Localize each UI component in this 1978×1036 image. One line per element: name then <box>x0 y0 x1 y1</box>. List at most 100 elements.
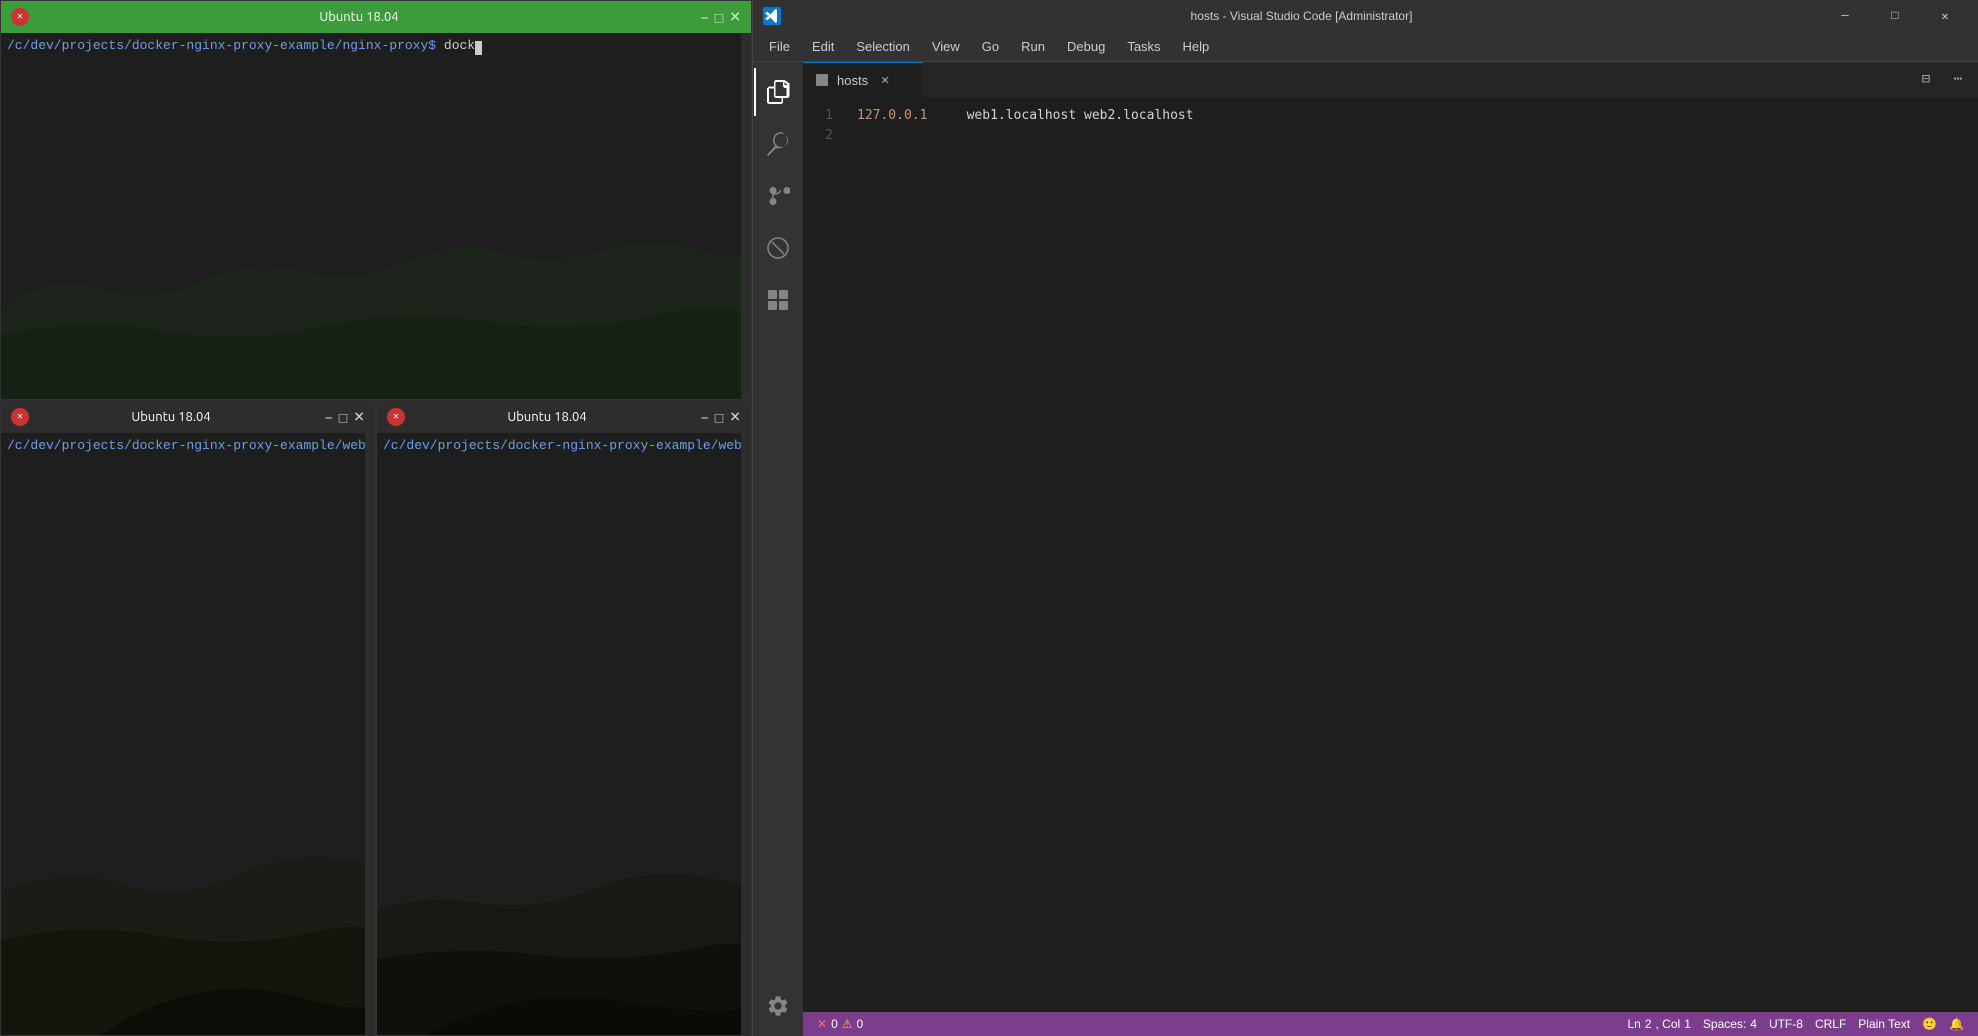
vscode-title-text: hosts - Visual Studio Code [Administrato… <box>789 9 1814 23</box>
vscode-window: hosts - Visual Studio Code [Administrato… <box>752 0 1978 1036</box>
vscode-app-icon <box>763 7 781 25</box>
code-line-2 <box>857 126 1966 146</box>
extensions-icon[interactable] <box>754 276 802 324</box>
vscode-titlebar: hosts - Visual Studio Code [Administrato… <box>753 0 1978 32</box>
terminal-bottom-left-scrollbar[interactable] <box>365 433 375 1035</box>
terminal-top-title: Ubuntu 18.04 <box>37 10 681 24</box>
terminal-bottom-left-prompt: /c/dev/projects/docker-nginx-proxy-examp… <box>7 437 369 455</box>
vscode-close-btn[interactable]: ✕ <box>1922 0 1968 32</box>
terminal-bottom-right-prompt: /c/dev/projects/docker-nginx-proxy-examp… <box>383 437 745 455</box>
terminal-top-body: /c/dev/projects/docker-nginx-proxy-examp… <box>1 33 751 399</box>
left-side: Ubuntu 18.04 − □ ✕ /c/dev/projects/docke… <box>0 0 752 1036</box>
code-ip: 127.0.0.1 <box>857 108 927 123</box>
hosts-tab[interactable]: hosts ✕ <box>803 62 923 97</box>
vscode-main: hosts ✕ ⊟ ⋯ 1 2 127.0.0.1 web1.loca <box>753 62 1978 1036</box>
vscode-code-area[interactable]: 127.0.0.1 web1.localhost web2.localhost <box>845 98 1978 1012</box>
menu-edit[interactable]: Edit <box>802 35 844 58</box>
terminal-bottom-left-path: /c/dev/projects/docker-nginx-proxy-examp… <box>7 438 375 453</box>
status-line-col[interactable]: Ln 2, Col 1 <box>1621 1012 1696 1036</box>
vscode-minimize-btn[interactable]: ─ <box>1822 0 1868 32</box>
warning-count: 0 <box>857 1017 864 1031</box>
vscode-line-numbers: 1 2 <box>803 98 845 1012</box>
vscode-window-controls: ─ □ ✕ <box>1822 0 1968 32</box>
vscode-editor-area: hosts ✕ ⊟ ⋯ 1 2 127.0.0.1 web1.loca <box>803 62 1978 1036</box>
hosts-tab-icon <box>815 73 829 87</box>
menu-help[interactable]: Help <box>1173 35 1220 58</box>
explorer-icon[interactable] <box>754 68 802 116</box>
menu-view[interactable]: View <box>922 35 970 58</box>
menu-tasks[interactable]: Tasks <box>1117 35 1170 58</box>
status-language[interactable]: Plain Text <box>1852 1012 1916 1036</box>
hosts-tab-close[interactable]: ✕ <box>876 71 894 89</box>
terminal-bottom-right-close[interactable]: ✕ <box>729 409 741 426</box>
terminal-bottom-right-icon <box>387 408 405 426</box>
error-icon: ✕ <box>817 1017 827 1031</box>
status-bell[interactable]: 🔔 <box>1943 1012 1970 1036</box>
terminal-top-landscape <box>1 198 751 399</box>
code-hosts: web1.localhost web2.localhost <box>935 108 1193 123</box>
terminal-top-path: /c/dev/projects/docker-nginx-proxy-examp… <box>7 38 436 53</box>
terminal-top-prompt: /c/dev/projects/docker-nginx-proxy-examp… <box>7 37 745 55</box>
terminal-bottom-right-controls: − □ ✕ <box>701 409 741 426</box>
vscode-maximize-btn[interactable]: □ <box>1872 0 1918 32</box>
terminal-bottom-right-path: /c/dev/projects/docker-nginx-proxy-examp… <box>383 438 751 453</box>
terminal-bottom-right-titlebar: Ubuntu 18.04 − □ ✕ <box>377 401 751 433</box>
vscode-menubar: File Edit Selection View Go Run Debug Ta… <box>753 32 1978 62</box>
terminal-top-cursor <box>475 41 482 55</box>
terminal-top-scrollbar[interactable] <box>741 33 751 399</box>
terminals-bottom: Ubuntu 18.04 − □ ✕ /c/dev/projects/docke <box>0 400 752 1036</box>
terminal-top-close[interactable]: ✕ <box>729 9 741 26</box>
search-activity-icon[interactable] <box>754 120 802 168</box>
terminal-bottom-right-scrollbar[interactable] <box>741 433 751 1035</box>
status-errors[interactable]: ✕ 0 ⚠ 0 <box>811 1012 869 1036</box>
terminal-bottom-left-titlebar: Ubuntu 18.04 − □ ✕ <box>1 401 375 433</box>
terminal-bottom-right: Ubuntu 18.04 − □ ✕ /c/dev/projects/docke <box>376 400 752 1036</box>
terminal-top-titlebar: Ubuntu 18.04 − □ ✕ <box>1 1 751 33</box>
error-count: 0 <box>831 1017 838 1031</box>
status-spaces[interactable]: Spaces: 4 <box>1697 1012 1763 1036</box>
terminal-bottom-left-maximize[interactable]: □ <box>339 409 347 426</box>
terminal-bottom-right-body: /c/dev/projects/docker-nginx-proxy-examp… <box>377 433 751 1035</box>
status-encoding[interactable]: UTF-8 <box>1763 1012 1809 1036</box>
menu-selection[interactable]: Selection <box>846 35 919 58</box>
menu-run[interactable]: Run <box>1011 35 1055 58</box>
menu-file[interactable]: File <box>759 35 800 58</box>
terminal-bottom-right-landscape <box>377 704 751 1035</box>
terminal-top-cmd: dock <box>444 38 475 53</box>
settings-icon[interactable] <box>754 982 802 1030</box>
status-right: Ln 2, Col 1 Spaces: 4 UTF-8 CRLF Plain T… <box>1621 1012 1970 1036</box>
code-line-1: 127.0.0.1 web1.localhost web2.localhost <box>857 106 1966 126</box>
terminal-bottom-left-title: Ubuntu 18.04 <box>37 410 305 424</box>
warning-icon: ⚠ <box>842 1017 853 1031</box>
vscode-editor-content[interactable]: 1 2 127.0.0.1 web1.localhost web2.localh… <box>803 98 1978 1012</box>
status-smiley[interactable]: 🙂 <box>1916 1012 1943 1036</box>
terminal-top-icon <box>11 8 29 26</box>
line-number-2: 2 <box>803 126 845 146</box>
debug-icon[interactable] <box>754 224 802 272</box>
menu-go[interactable]: Go <box>972 35 1009 58</box>
terminal-bottom-left-landscape <box>1 704 375 1035</box>
hosts-tab-label: hosts <box>837 73 868 88</box>
menu-debug[interactable]: Debug <box>1057 35 1115 58</box>
terminal-bottom-left-body: /c/dev/projects/docker-nginx-proxy-examp… <box>1 433 375 1035</box>
terminal-bottom-left-close[interactable]: ✕ <box>353 409 365 426</box>
status-left: ✕ 0 ⚠ 0 <box>811 1012 869 1036</box>
terminal-bottom-right-maximize[interactable]: □ <box>715 409 723 426</box>
tab-actions: ⊟ ⋯ <box>1906 62 1978 97</box>
source-control-icon[interactable] <box>754 172 802 220</box>
terminal-bottom-left-controls: − □ ✕ <box>325 409 365 426</box>
more-actions-btn[interactable]: ⋯ <box>1944 66 1972 94</box>
terminal-top-minimize[interactable]: − <box>701 9 709 26</box>
vscode-status-bar: ✕ 0 ⚠ 0 Ln 2, Col 1 Spaces: 4 UTF-8 CR <box>803 1012 1978 1036</box>
terminal-bottom-right-title: Ubuntu 18.04 <box>413 410 681 424</box>
terminal-top-controls: − □ ✕ <box>701 9 741 26</box>
vscode-tab-bar: hosts ✕ ⊟ ⋯ <box>803 62 1978 98</box>
terminal-top-maximize[interactable]: □ <box>715 9 723 26</box>
terminal-bottom-left-minimize[interactable]: − <box>325 409 333 426</box>
line-number-1: 1 <box>803 106 845 126</box>
status-line-ending[interactable]: CRLF <box>1809 1012 1852 1036</box>
vscode-activity-bar <box>753 62 803 1036</box>
terminal-bottom-right-minimize[interactable]: − <box>701 409 709 426</box>
terminal-bottom-left-icon <box>11 408 29 426</box>
split-editor-btn[interactable]: ⊟ <box>1912 66 1940 94</box>
